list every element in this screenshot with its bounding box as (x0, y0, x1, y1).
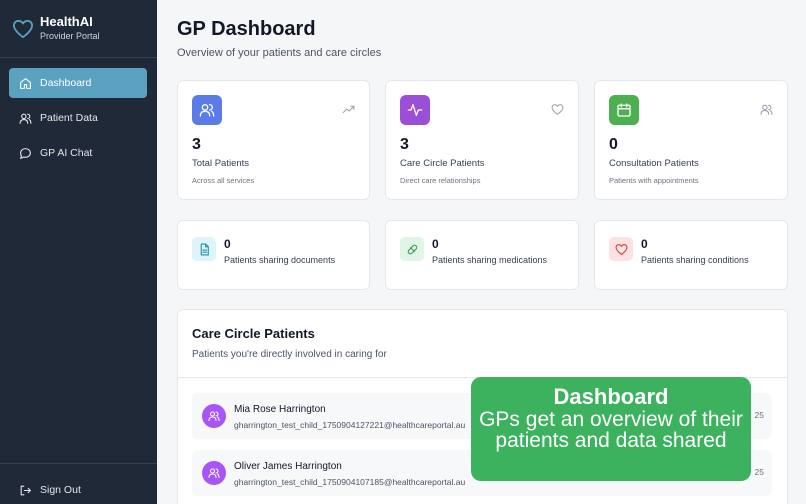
feature-caption-overlay: Dashboard GPs get an overview of their p… (471, 377, 751, 481)
stat-label: Consultation Patients (609, 158, 699, 169)
page-subtitle: Overview of your patients and care circl… (177, 47, 382, 59)
sharing-label: Patients sharing medications (432, 255, 548, 265)
sharing-card-medications: 0 Patients sharing medications (385, 220, 579, 290)
brand[interactable]: HealthAI Provider Portal (12, 14, 152, 46)
stat-card-consultation: 0 Consultation Patients Patients with ap… (594, 80, 788, 200)
sharing-label: Patients sharing documents (224, 255, 336, 265)
home-icon (20, 77, 31, 89)
stat-card-total-patients: 3 Total Patients Across all services (177, 80, 370, 200)
avatar (202, 404, 226, 428)
section-subtitle: Patients you're directly involved in car… (192, 349, 387, 360)
patient-email: gharrington_test_child_1750904107185@hea… (234, 477, 466, 487)
heart-logo-icon (13, 19, 33, 39)
avatar (202, 461, 226, 485)
stat-label: Total Patients (192, 158, 250, 169)
nav-item-patient-data[interactable]: Patient Data (9, 103, 147, 133)
users-icon (208, 411, 220, 422)
share-icon-box (609, 237, 633, 261)
share-icon-box (192, 237, 216, 261)
patient-name: Oliver James Harrington (234, 461, 342, 472)
document-icon (200, 243, 209, 255)
sign-out-icon (20, 485, 31, 495)
activity-icon (407, 104, 423, 116)
heart-icon (614, 243, 628, 255)
share-icon-box (400, 237, 424, 261)
stat-icon-box (609, 95, 639, 125)
trending-up-icon (342, 105, 355, 114)
nav-label-patient-data: Patient Data (40, 112, 98, 124)
chat-bubble-icon (20, 147, 31, 159)
sharing-card-documents: 0 Patients sharing documents (177, 220, 370, 290)
stat-value: 0 (609, 136, 618, 153)
stat-description: Patients with appointments (609, 176, 699, 185)
sharing-label: Patients sharing conditions (641, 255, 749, 265)
stat-description: Across all services (192, 176, 255, 185)
overlay-title: Dashboard (553, 384, 669, 409)
sharing-card-conditions: 0 Patients sharing conditions (594, 220, 788, 290)
nav-item-dashboard[interactable]: Dashboard (9, 68, 147, 98)
patient-date: 25 (754, 467, 764, 477)
users-icon (19, 113, 32, 124)
calendar-icon (617, 103, 631, 117)
stat-label: Care Circle Patients (400, 158, 485, 169)
sharing-value: 0 (224, 237, 231, 251)
sharing-value: 0 (432, 237, 439, 251)
sign-out-label: Sign Out (40, 484, 81, 496)
stat-description: Direct care relationships (400, 176, 481, 185)
sidebar: HealthAI Provider Portal Dashboard Patie… (0, 0, 157, 504)
brand-name: HealthAI (40, 14, 93, 29)
users-icon (760, 104, 773, 115)
sharing-value: 0 (641, 237, 648, 251)
overlay-body: GPs get an overview of their patients an… (479, 408, 743, 452)
nav-label-dashboard: Dashboard (40, 77, 92, 89)
stat-card-care-circle: 3 Care Circle Patients Direct care relat… (385, 80, 579, 200)
patient-date: 25 (754, 410, 764, 420)
pill-icon (407, 244, 417, 254)
sidebar-bottom-divider (0, 463, 157, 464)
stat-value: 3 (400, 136, 409, 153)
sidebar-divider (0, 57, 157, 58)
heart-icon (551, 104, 564, 115)
users-icon (199, 104, 215, 117)
brand-subtitle: Provider Portal (40, 31, 100, 41)
stat-value: 3 (192, 136, 201, 153)
patient-email: gharrington_test_child_1750904127221@hea… (234, 420, 466, 430)
stat-icon-box (400, 95, 430, 125)
section-title: Care Circle Patients (192, 326, 315, 341)
users-icon (208, 468, 220, 479)
nav-label-gp-ai-chat: GP AI Chat (40, 147, 93, 159)
page-title: GP Dashboard (177, 18, 316, 40)
patient-name: Mia Rose Harrington (234, 404, 326, 415)
nav-item-gp-ai-chat[interactable]: GP AI Chat (9, 138, 147, 168)
sign-out-button[interactable]: Sign Out (9, 475, 147, 504)
stat-icon-box (192, 95, 222, 125)
